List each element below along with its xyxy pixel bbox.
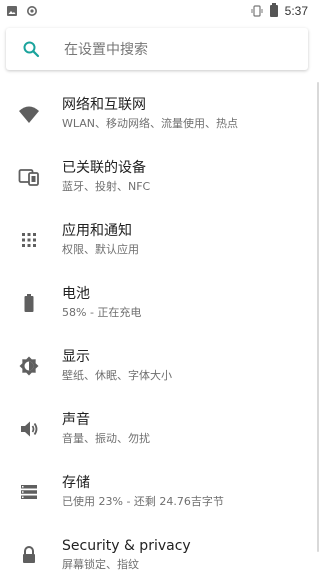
- settings-item-subtitle: 音量、振动、勿扰: [62, 431, 150, 445]
- settings-item-subtitle: 屏幕锁定、指纹: [62, 557, 139, 571]
- settings-item-title: 声音: [62, 411, 90, 428]
- status-bar: 5:37: [0, 0, 314, 22]
- settings-item-battery[interactable]: 电池 58% - 正在充电: [0, 271, 314, 334]
- settings-list: 网络和互联网 WLAN、移动网络、流量使用、热点 已关联的设备 蓝牙、投射、NF…: [0, 82, 314, 586]
- storage-icon: [18, 481, 40, 503]
- settings-item-subtitle: WLAN、移动网络、流量使用、热点: [62, 116, 239, 130]
- wifi-icon: [18, 103, 40, 125]
- settings-item-title: 网络和互联网: [62, 96, 146, 113]
- settings-item-title: 存储: [62, 474, 90, 491]
- settings-item-security[interactable]: Security & privacy 屏幕锁定、指纹: [0, 523, 314, 586]
- lock-icon: [18, 544, 40, 566]
- settings-item-title: Security & privacy: [62, 537, 191, 554]
- volume-icon: [18, 418, 40, 440]
- brightness-icon: [18, 355, 40, 377]
- settings-item-connected-devices[interactable]: 已关联的设备 蓝牙、投射、NFC: [0, 145, 314, 208]
- apps-grid-icon: [18, 229, 40, 251]
- settings-item-network[interactable]: 网络和互联网 WLAN、移动网络、流量使用、热点: [0, 82, 314, 145]
- search-placeholder[interactable]: 在设置中搜索: [64, 39, 148, 59]
- search-bar[interactable]: 在设置中搜索: [6, 28, 308, 70]
- settings-item-display[interactable]: 显示 壁纸、休眠、字体大小: [0, 334, 314, 397]
- battery-icon: [18, 292, 40, 314]
- settings-item-sound[interactable]: 声音 音量、振动、勿扰: [0, 397, 314, 460]
- search-icon: [22, 40, 40, 58]
- settings-item-subtitle: 壁纸、休眠、字体大小: [62, 368, 172, 382]
- settings-item-title: 应用和通知: [62, 222, 132, 239]
- vibrate-icon: [251, 2, 263, 21]
- settings-item-subtitle: 权限、默认应用: [62, 242, 139, 256]
- status-time: 5:37: [284, 4, 308, 18]
- settings-item-storage[interactable]: 存储 已使用 23% - 还剩 24.76吉字节: [0, 460, 314, 523]
- settings-item-title: 电池: [62, 285, 90, 302]
- settings-item-title: 显示: [62, 348, 90, 365]
- sync-icon: [26, 2, 38, 21]
- status-left: [6, 0, 38, 22]
- settings-item-subtitle: 已使用 23% - 还剩 24.76吉字节: [62, 494, 224, 508]
- settings-item-subtitle: 58% - 正在充电: [62, 305, 142, 319]
- settings-item-title: 已关联的设备: [62, 159, 146, 176]
- devices-icon: [18, 166, 40, 188]
- image-icon: [6, 2, 18, 21]
- battery-icon: [269, 2, 279, 21]
- settings-item-subtitle: 蓝牙、投射、NFC: [62, 179, 151, 193]
- scrollbar[interactable]: [317, 82, 319, 552]
- settings-item-apps[interactable]: 应用和通知 权限、默认应用: [0, 208, 314, 271]
- status-right: 5:37: [251, 0, 308, 22]
